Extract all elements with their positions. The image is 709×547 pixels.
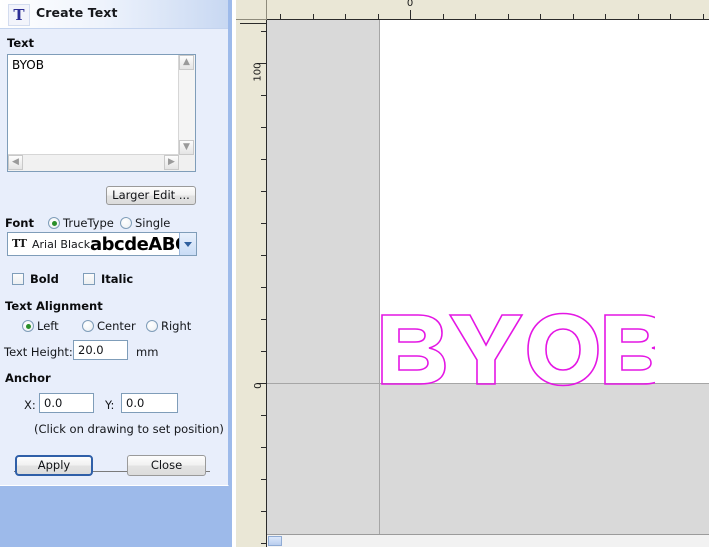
scroll-up-button[interactable]: ▲ [179, 55, 194, 70]
ruler-tick [638, 14, 639, 19]
text-height-unit: mm [136, 345, 159, 359]
ruler-tick [261, 255, 266, 256]
horizontal-ruler[interactable]: 0100 [267, 0, 709, 20]
text-tool-icon: T [8, 4, 30, 26]
dialog-titlebar: T Create Text [0, 0, 228, 29]
truetype-icon: TT [12, 237, 27, 250]
radio-truetype-label: TrueType [63, 216, 114, 230]
anchor-group-label: Anchor [5, 371, 51, 385]
ruler-tick [261, 127, 266, 128]
ruler-tick [261, 191, 266, 192]
radio-align-center-label: Center [97, 319, 136, 333]
ruler-tick [261, 31, 266, 32]
font-preview-sample: abcdeABC [90, 234, 180, 255]
vertical-ruler[interactable]: 100 0 [236, 20, 267, 547]
text-vertical-scrollbar[interactable]: ▲ ▼ [178, 55, 195, 155]
ruler-tick [261, 511, 266, 512]
app-root: T Create Text Text BYOB ▲ ▼ ◀ ▶ Larger E… [0, 0, 709, 547]
ruler-tick [261, 319, 266, 320]
anchor-hint: (Click on drawing to set position) [34, 422, 224, 436]
radio-truetype-indicator[interactable] [48, 217, 60, 229]
ruler-tick [703, 14, 704, 19]
ruler-tick [573, 14, 574, 19]
scroll-left-button[interactable]: ◀ [8, 155, 23, 170]
ruler-tick [378, 14, 379, 19]
bold-label: Bold [30, 272, 59, 286]
radio-align-center-indicator[interactable] [82, 320, 94, 332]
ruler-tick [261, 95, 266, 96]
canvas-scroll-left-button[interactable] [268, 536, 282, 546]
ruler-tick [261, 447, 266, 448]
radio-align-right-label: Right [161, 319, 192, 333]
ruler-tick [345, 14, 346, 19]
apply-button[interactable]: Apply [15, 455, 93, 476]
scroll-down-button[interactable]: ▼ [179, 140, 194, 155]
larger-edit-button[interactable]: Larger Edit ... [106, 186, 196, 205]
ruler-label: 0 [406, 0, 414, 9]
ruler-tick [261, 543, 266, 544]
font-family-combobox[interactable]: TT Arial Black abcdeABC [7, 232, 197, 256]
ruler-corner [236, 0, 267, 20]
close-button[interactable]: Close [127, 455, 206, 476]
text-horizontal-scrollbar[interactable]: ◀ ▶ [8, 154, 179, 171]
chevron-down-icon[interactable] [179, 233, 196, 255]
ruler-tick [540, 14, 541, 19]
radio-align-right-indicator[interactable] [146, 320, 158, 332]
canvas-horizontal-scrollbar[interactable] [267, 534, 709, 547]
byob-text-outline[interactable] [380, 312, 655, 387]
ruler-tick [261, 159, 266, 160]
ruler-tick [475, 14, 476, 19]
italic-checkbox[interactable] [83, 273, 95, 285]
ruler-tick [605, 14, 606, 19]
dialog-title: Create Text [36, 5, 118, 20]
anchor-x-input[interactable]: 0.0 [39, 393, 94, 413]
ruler-tick [261, 415, 266, 416]
ruler-tick [261, 479, 266, 480]
text-height-label: Text Height: [4, 345, 73, 359]
drawing-canvas[interactable] [267, 20, 709, 547]
ruler-major-tick [410, 10, 411, 19]
create-text-dialog: T Create Text Text BYOB ▲ ▼ ◀ ▶ Larger E… [0, 0, 229, 486]
ruler-tick [508, 14, 509, 19]
text-input-value[interactable]: BYOB [8, 55, 179, 155]
anchor-x-label: X: [24, 398, 36, 412]
ruler-label: 100 [252, 62, 264, 82]
ruler-label: 0 [252, 382, 264, 389]
ruler-tick [261, 223, 266, 224]
cad-drawing-area: 0100 100 0 [236, 0, 709, 547]
font-family-name: Arial Black [32, 238, 91, 251]
italic-label: Italic [101, 272, 134, 286]
radio-align-left-indicator[interactable] [22, 320, 34, 332]
anchor-y-input[interactable]: 0.0 [121, 393, 178, 413]
radio-align-left-label: Left [37, 319, 59, 333]
ruler-tick [670, 14, 671, 19]
ruler-tick [261, 351, 266, 352]
offsheet-bottom-region [267, 383, 709, 547]
text-height-input[interactable]: 20.0 [73, 340, 128, 360]
radio-single-line-indicator[interactable] [120, 217, 132, 229]
font-group-label: Font [5, 216, 34, 230]
dialog-body: Text BYOB ▲ ▼ ◀ ▶ Larger Edit ... Font T… [0, 28, 228, 484]
scroll-right-button[interactable]: ▶ [164, 155, 179, 170]
text-input-area[interactable]: BYOB ▲ ▼ ◀ ▶ [7, 54, 196, 172]
ruler-tick [313, 14, 314, 19]
text-group-label: Text [7, 36, 35, 50]
origin-vertical-axis [379, 20, 380, 547]
ruler-tick [261, 287, 266, 288]
ruler-tick [443, 14, 444, 19]
ruler-tick [280, 14, 281, 19]
alignment-group-label: Text Alignment [5, 299, 103, 313]
scrollbar-corner [179, 155, 195, 171]
ruler-top-mark [240, 23, 266, 24]
anchor-y-label: Y: [105, 398, 115, 412]
bold-checkbox[interactable] [12, 273, 24, 285]
